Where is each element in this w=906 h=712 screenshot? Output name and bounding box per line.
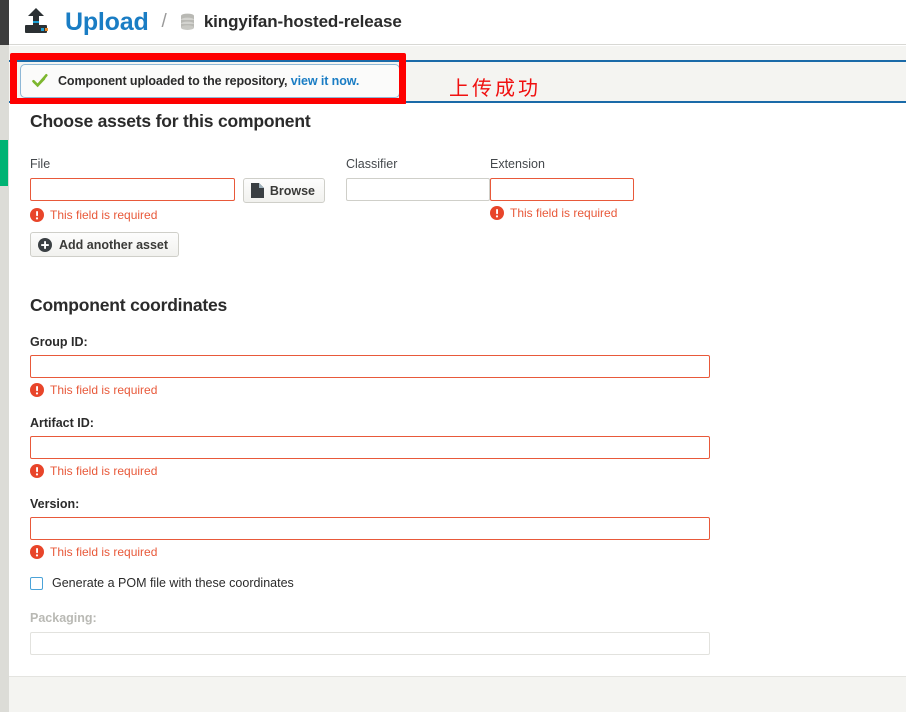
- artifact-id-input[interactable]: [30, 436, 710, 459]
- main-content: Choose assets for this component File Br…: [9, 104, 906, 712]
- page-title: Upload: [65, 7, 149, 36]
- generate-pom-checkbox[interactable]: [30, 576, 43, 590]
- notification-strip-top: [9, 46, 906, 60]
- artifact-id-error: This field is required: [30, 464, 750, 478]
- group-id-error-text: This field is required: [50, 383, 158, 397]
- extension-error: This field is required: [490, 206, 634, 220]
- upload-icon: [21, 7, 51, 37]
- error-circle-icon: [30, 545, 44, 559]
- page-header: Upload / kingyifan-hosted-release: [9, 0, 906, 45]
- coordinates-section-title: Component coordinates: [30, 295, 228, 315]
- file-label: File: [30, 157, 51, 171]
- breadcrumb-repository-name: kingyifan-hosted-release: [203, 12, 402, 31]
- assets-section-title: Choose assets for this component: [30, 111, 311, 131]
- success-toast-text: Component uploaded to the repository,: [58, 74, 288, 88]
- group-id-label: Group ID:: [30, 335, 88, 349]
- version-input[interactable]: [30, 517, 710, 540]
- view-it-now-link[interactable]: view it now.: [291, 74, 360, 88]
- generate-pom-row[interactable]: Generate a POM file with these coordinat…: [30, 576, 750, 590]
- version-label: Version:: [30, 497, 80, 511]
- error-circle-icon: [490, 206, 504, 220]
- plus-circle-icon: [38, 237, 52, 252]
- extension-error-text: This field is required: [510, 206, 618, 220]
- generate-pom-label: Generate a POM file with these coordinat…: [52, 576, 294, 590]
- artifact-id-label: Artifact ID:: [30, 416, 94, 430]
- browse-button[interactable]: Browse: [242, 178, 325, 203]
- classifier-label: Classifier: [346, 157, 398, 171]
- success-toast: Component uploaded to the repository, vi…: [20, 64, 400, 98]
- database-icon: [179, 13, 196, 31]
- upload-page: Upload / kingyifan-hosted-release Compon…: [0, 0, 906, 712]
- version-error-text: This field is required: [50, 545, 158, 559]
- file-error: This field is required: [30, 208, 325, 222]
- file-error-text: This field is required: [50, 208, 158, 222]
- success-toast-message: Component uploaded to the repository, vi…: [58, 74, 359, 88]
- error-circle-icon: [30, 208, 44, 222]
- coordinates-section: Component coordinates Group ID: This fie…: [30, 288, 750, 655]
- error-circle-icon: [30, 464, 44, 478]
- breadcrumb-separator: /: [161, 11, 167, 32]
- add-another-asset-label: Add another asset: [59, 237, 169, 252]
- document-icon: [250, 183, 264, 198]
- artifact-id-error-text: This field is required: [50, 464, 158, 478]
- group-id-field: Group ID: This field is required: [30, 335, 750, 397]
- extension-column: Extension This field is required: [490, 157, 634, 257]
- extension-label: Extension: [490, 157, 545, 171]
- annotation-label: 上传成功: [449, 76, 541, 100]
- add-another-asset-button[interactable]: Add another asset: [30, 232, 180, 257]
- window-chrome-rail: [0, 0, 9, 45]
- group-id-error: This field is required: [30, 383, 750, 397]
- error-circle-icon: [30, 383, 44, 397]
- group-id-input[interactable]: [30, 355, 710, 378]
- classifier-input[interactable]: [346, 178, 490, 201]
- classifier-column: Classifier: [346, 157, 490, 257]
- page-footer-area: [9, 677, 906, 712]
- file-column: File Browse This field is required Add a…: [30, 157, 325, 257]
- file-input[interactable]: [30, 178, 235, 201]
- extension-input[interactable]: [490, 178, 634, 201]
- version-error: This field is required: [30, 545, 750, 559]
- side-green-indicator: [0, 140, 8, 186]
- browse-button-label: Browse: [269, 183, 315, 198]
- green-check-icon: [32, 73, 48, 89]
- version-field: Version: This field is required: [30, 497, 750, 559]
- asset-row: File Browse This field is required Add a…: [30, 157, 750, 257]
- artifact-id-field: Artifact ID: This field is required: [30, 416, 750, 478]
- packaging-label: Packaging:: [30, 611, 97, 625]
- packaging-input[interactable]: [30, 632, 710, 655]
